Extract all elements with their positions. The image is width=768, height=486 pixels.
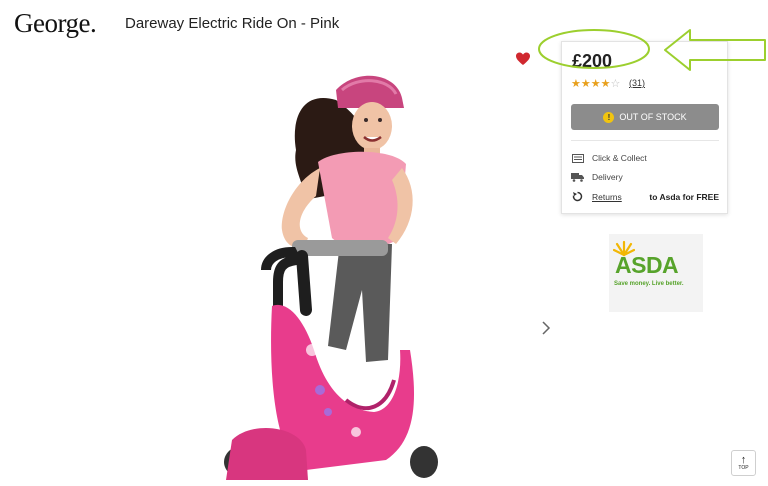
returns-option: Returns to Asda for FREE [571, 191, 719, 202]
asda-wordmark: ASDA [615, 252, 679, 278]
product-title: Dareway Electric Ride On - Pink [125, 15, 340, 32]
out-of-stock-button[interactable]: ! OUT OF STOCK [571, 104, 719, 130]
back-to-top-button[interactable]: ↑ TOP [731, 450, 756, 476]
warning-icon: ! [603, 111, 615, 123]
star-icon: ★ [571, 78, 581, 90]
heart-icon[interactable] [515, 51, 531, 67]
asda-badge[interactable]: ASDA Save money. Live better. [609, 234, 703, 312]
star-icon: ★ [600, 78, 611, 90]
delivery-label: Delivery [592, 172, 623, 182]
chevron-right-icon [542, 321, 551, 335]
george-logo[interactable]: George. [14, 8, 97, 39]
star-empty-icon: ☆ [610, 78, 621, 90]
product-image [224, 75, 438, 480]
star-icon: ★ [580, 78, 591, 90]
returns-note: to Asda for FREE [649, 191, 719, 202]
asda-tagline: Save money. Live better. [614, 281, 684, 287]
top-label: TOP [738, 464, 749, 471]
star-icon: ★ [590, 78, 601, 90]
out-of-stock-label: OUT OF STOCK [619, 112, 687, 122]
next-image-arrow[interactable] [541, 320, 551, 341]
divider [571, 140, 719, 141]
click-collect-label: Click & Collect [592, 153, 647, 163]
returns-link[interactable]: Returns [592, 192, 622, 202]
review-count-link[interactable]: (31) [629, 78, 645, 88]
price-highlight-annotation [538, 29, 766, 71]
delivery-option: Delivery [571, 172, 623, 182]
truck-icon [571, 172, 584, 182]
click-collect-option: Click & Collect [571, 153, 647, 163]
returns-icon [571, 191, 584, 202]
star-rating: ★★★★☆ [571, 77, 620, 90]
arrow-up-icon: ↑ [740, 453, 747, 466]
store-icon [571, 153, 584, 163]
